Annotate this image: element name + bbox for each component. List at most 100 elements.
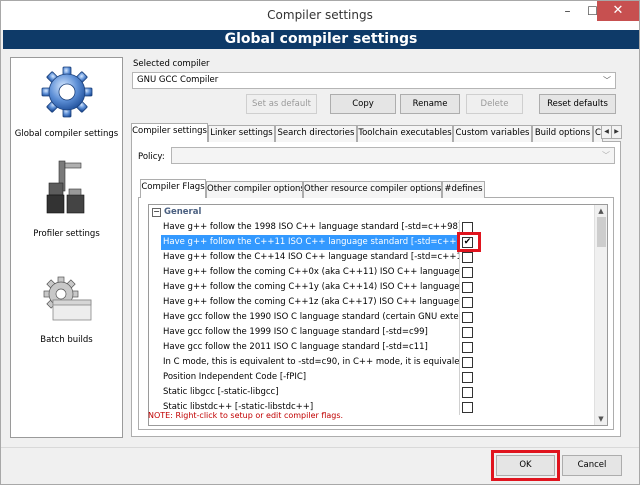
close-button[interactable]: ✕ xyxy=(597,1,639,21)
tab-other-resource-compiler-options[interactable]: Other resource compiler options xyxy=(303,181,442,198)
flag-label: Have g++ follow the C++14 ISO C++ langua… xyxy=(163,252,459,262)
main-tab-strip: Compiler settings Linker settings Search… xyxy=(131,123,622,143)
flag-row[interactable]: Have g++ follow the coming C++1y (aka C+… xyxy=(149,280,607,295)
flag-label: Have g++ follow the 1998 ISO C++ languag… xyxy=(163,222,459,232)
flag-group-general[interactable]: − General xyxy=(149,205,595,220)
column-separator xyxy=(459,280,460,295)
copy-button[interactable]: Copy xyxy=(330,94,396,114)
tab-compiler-flags[interactable]: Compiler Flags xyxy=(140,179,206,198)
flag-checkbox[interactable] xyxy=(462,297,473,308)
sub-tab-strip: Compiler Flags Other compiler options Ot… xyxy=(140,179,610,199)
scrollbar-thumb[interactable] xyxy=(597,217,606,247)
column-separator xyxy=(459,295,460,310)
flag-label: Static libgcc [-static-libgcc] xyxy=(163,387,279,397)
caliper-icon xyxy=(46,160,85,214)
ok-highlight-box xyxy=(491,450,560,481)
compiler-settings-dialog: Compiler settings – ☐ ✕ Global compiler … xyxy=(0,0,640,485)
flag-checkbox[interactable] xyxy=(462,312,473,323)
chevron-down-icon: ﹀ xyxy=(603,76,611,85)
column-separator xyxy=(459,250,460,265)
compiler-select[interactable]: GNU GCC Compiler ﹀ xyxy=(132,72,616,89)
tab-linker-settings[interactable]: Linker settings xyxy=(208,125,275,142)
flag-checkbox[interactable] xyxy=(462,252,473,263)
flag-row[interactable]: Have g++ follow the C++14 ISO C++ langua… xyxy=(149,250,607,265)
settings-category-list: Global compiler settings Profiler settin… xyxy=(10,57,123,438)
window-title: Compiler settings xyxy=(267,8,373,22)
policy-select[interactable]: ﹀ xyxy=(171,147,615,164)
footer-divider xyxy=(1,447,639,448)
flag-checkbox[interactable] xyxy=(462,357,473,368)
column-separator xyxy=(459,265,460,280)
title-bar: Compiler settings – ☐ ✕ xyxy=(1,1,639,30)
column-separator xyxy=(459,310,460,325)
flag-label: Have gcc follow the 2011 ISO C language … xyxy=(163,342,428,352)
flag-label: Have gcc follow the 1990 ISO C language … xyxy=(163,312,459,322)
flag-checkbox[interactable] xyxy=(462,267,473,278)
flag-row[interactable]: Have gcc follow the 1999 ISO C language … xyxy=(149,325,607,340)
flag-label: In C mode, this is equivalent to -std=c9… xyxy=(163,357,459,367)
tab-custom-variables[interactable]: Custom variables xyxy=(453,125,532,142)
policy-label: Policy: xyxy=(138,152,165,162)
chevron-down-icon: ﹀ xyxy=(602,151,610,160)
delete-button[interactable]: Delete xyxy=(466,94,523,114)
rename-button[interactable]: Rename xyxy=(400,94,460,114)
flag-label: Position Independent Code [-fPIC] xyxy=(163,372,307,382)
compiler-select-value: GNU GCC Compiler xyxy=(137,75,219,85)
flag-row[interactable]: Have gcc follow the 2011 ISO C language … xyxy=(149,340,607,355)
column-separator xyxy=(459,400,460,415)
flag-row[interactable]: In C mode, this is equivalent to -std=c9… xyxy=(149,355,607,370)
gear-icon xyxy=(41,66,93,118)
flag-row[interactable]: Have g++ follow the 1998 ISO C++ languag… xyxy=(149,220,607,235)
sidebar-item-label: Profiler settings xyxy=(33,229,100,239)
sidebar-item-profiler-settings[interactable]: Profiler settings xyxy=(11,154,122,254)
column-separator xyxy=(459,355,460,370)
flag-checkbox[interactable] xyxy=(462,327,473,338)
flags-note: NOTE: Right-click to setup or edit compi… xyxy=(148,411,344,420)
flag-row[interactable]: Have g++ follow the coming C++0x (aka C+… xyxy=(149,265,607,280)
tab-other-compiler-options[interactable]: Other compiler options xyxy=(206,181,303,198)
sidebar-item-label: Global compiler settings xyxy=(14,129,119,139)
scroll-up-icon[interactable]: ▲ xyxy=(595,205,607,217)
reset-defaults-button[interactable]: Reset defaults xyxy=(539,94,616,114)
flag-label: Have g++ follow the coming C++1y (aka C+… xyxy=(163,282,459,292)
flag-row[interactable]: Position Independent Code [-fPIC] xyxy=(149,370,607,385)
selected-compiler-label: Selected compiler xyxy=(133,59,210,69)
page-banner: Global compiler settings xyxy=(3,30,639,49)
minimize-button[interactable]: – xyxy=(554,1,581,21)
flag-row[interactable]: Have g++ follow the C++11 ISO C++ langua… xyxy=(149,235,607,250)
flag-label: Have g++ follow the C++11 ISO C++ langua… xyxy=(161,235,459,250)
compiler-flags-list: − General Have g++ follow the 1998 ISO C… xyxy=(148,204,608,426)
tab-defines[interactable]: #defines xyxy=(442,181,485,198)
column-separator xyxy=(459,385,460,400)
flag-label: Have g++ follow the coming C++0x (aka C+… xyxy=(163,267,459,277)
flag-row[interactable]: Have gcc follow the 1990 ISO C language … xyxy=(149,310,607,325)
flag-label: Have g++ follow the coming C++1z (aka C+… xyxy=(163,297,459,307)
tab-toolchain-executables[interactable]: Toolchain executables xyxy=(357,125,453,142)
flag-row[interactable]: Static libgcc [-static-libgcc] xyxy=(149,385,607,400)
cancel-button[interactable]: Cancel xyxy=(562,455,622,476)
flag-checkbox[interactable] xyxy=(462,282,473,293)
flag-checkbox[interactable] xyxy=(462,402,473,413)
flag-checkbox[interactable] xyxy=(462,342,473,353)
flag-checkbox[interactable] xyxy=(462,372,473,383)
collapse-icon[interactable]: − xyxy=(152,208,161,217)
tab-search-directories[interactable]: Search directories xyxy=(275,125,357,142)
sidebar-item-batch-builds[interactable]: Batch builds xyxy=(11,256,122,356)
gear-box-icon xyxy=(43,276,92,321)
tab-compiler-settings[interactable]: Compiler settings xyxy=(131,123,208,142)
flag-row[interactable]: Have g++ follow the coming C++1z (aka C+… xyxy=(149,295,607,310)
sidebar-item-label: Batch builds xyxy=(40,335,93,345)
tab-build-options[interactable]: Build options xyxy=(532,125,593,142)
column-separator xyxy=(459,370,460,385)
tab-scroll-right-icon[interactable]: ▶ xyxy=(611,125,622,139)
flag-checkbox[interactable] xyxy=(462,387,473,398)
sidebar-item-global-compiler-settings[interactable]: Global compiler settings xyxy=(11,58,122,153)
set-as-default-button[interactable]: Set as default xyxy=(246,94,317,114)
checkbox-highlight-box xyxy=(457,232,481,252)
flag-label: Have gcc follow the 1999 ISO C language … xyxy=(163,327,428,337)
flags-scrollbar[interactable]: ▲ ▼ xyxy=(594,205,607,425)
scroll-down-icon[interactable]: ▼ xyxy=(595,413,607,425)
column-separator xyxy=(459,340,460,355)
column-separator xyxy=(459,325,460,340)
flag-group-label: General xyxy=(164,207,202,217)
